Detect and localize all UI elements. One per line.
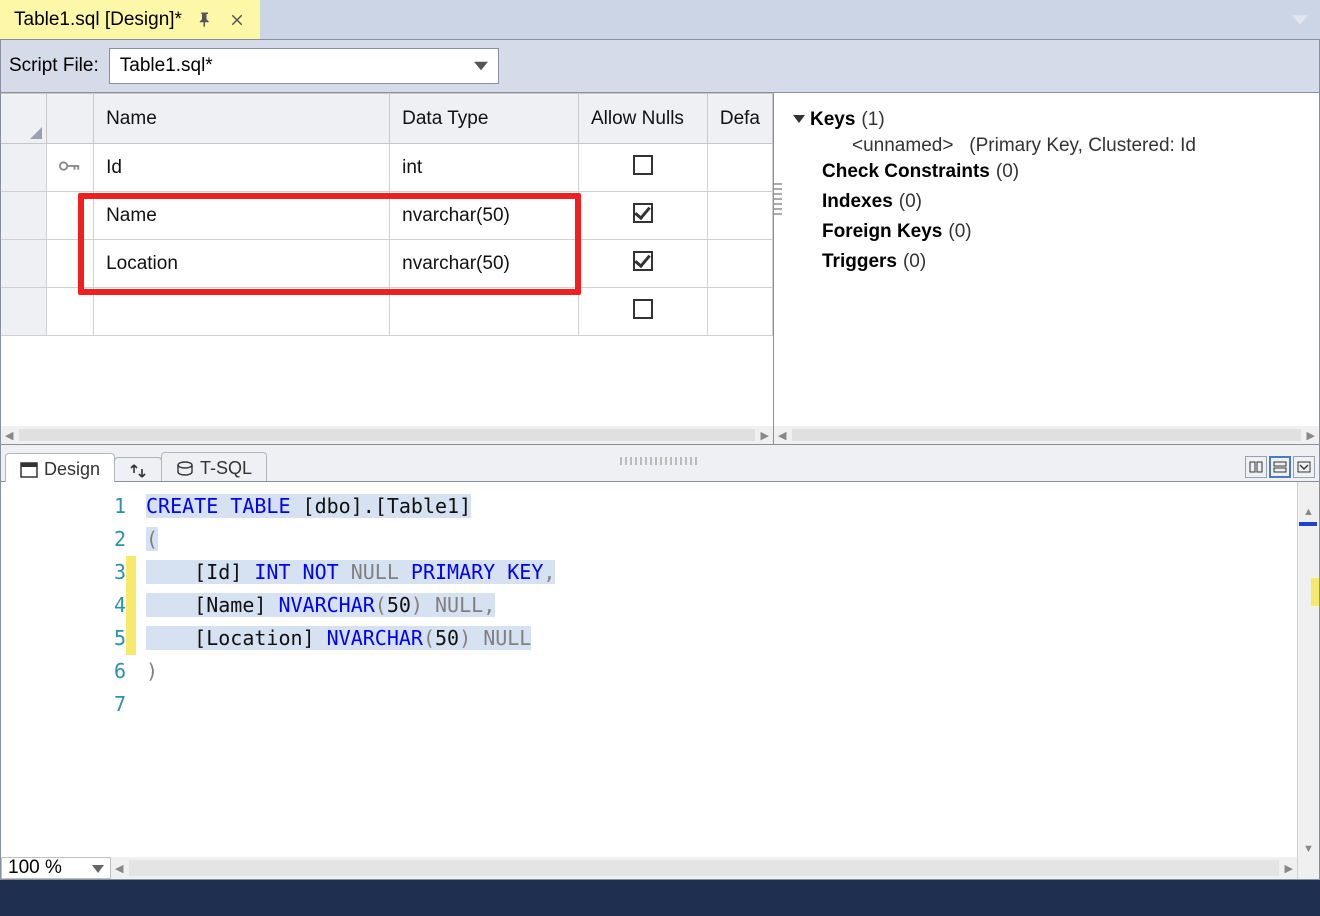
script-file-label: Script File:	[9, 55, 99, 77]
status-strip	[0, 880, 1320, 916]
cell-default[interactable]	[707, 240, 772, 288]
prop-indexes[interactable]: Indexes (0)	[782, 187, 1311, 217]
properties-pane: Keys (1) <unnamed> (Primary Key, Cluster…	[774, 93, 1319, 444]
header-default[interactable]: Defa	[707, 94, 772, 144]
prop-foreign-keys[interactable]: Foreign Keys (0)	[782, 217, 1311, 247]
cell-name[interactable]: Location	[94, 240, 390, 288]
grid-horizontal-scrollbar[interactable]: ◀▶	[1, 426, 773, 444]
column-grid[interactable]: Name Data Type Allow Nulls Defa Id int N…	[1, 93, 773, 336]
cell-name[interactable]: Name	[94, 192, 390, 240]
designer-tabs: Design T-SQL	[0, 445, 1320, 482]
design-icon	[20, 462, 38, 478]
header-datatype[interactable]: Data Type	[390, 94, 579, 144]
pin-icon[interactable]	[196, 11, 214, 29]
editor-horizontal-scrollbar[interactable]: ◀▶	[111, 857, 1297, 879]
tsql-icon	[176, 461, 194, 477]
prop-keys-item[interactable]: <unnamed> (Primary Key, Clustered: Id	[782, 135, 1311, 157]
grid-corner[interactable]	[1, 94, 47, 144]
allow-nulls-checkbox[interactable]	[633, 155, 653, 175]
splitter-grip[interactable]	[620, 457, 700, 465]
header-name[interactable]: Name	[94, 94, 390, 144]
layout-horizontal-button[interactable]	[1269, 456, 1291, 478]
prop-triggers[interactable]: Triggers (0)	[782, 247, 1311, 277]
header-allownulls[interactable]: Allow Nulls	[579, 94, 708, 144]
allow-nulls-checkbox[interactable]	[633, 299, 653, 319]
allow-nulls-checkbox[interactable]	[633, 251, 653, 271]
tab-menu-arrow-icon[interactable]	[1292, 9, 1308, 31]
document-tab[interactable]: Table1.sql [Design]*	[0, 0, 260, 39]
cell-datatype[interactable]	[390, 288, 579, 336]
layout-vertical-button[interactable]	[1245, 456, 1267, 478]
cell-default[interactable]	[707, 288, 772, 336]
prop-check-constraints[interactable]: Check Constraints (0)	[782, 157, 1311, 187]
table-row-empty[interactable]	[1, 288, 773, 336]
zoom-selector[interactable]: 100 %	[1, 857, 111, 879]
props-horizontal-scrollbar[interactable]: ◀▶	[774, 426, 1319, 444]
primary-key-icon	[59, 157, 81, 178]
tab-title: Table1.sql [Design]*	[14, 9, 182, 31]
expand-toggle-icon[interactable]	[788, 109, 810, 131]
cell-name[interactable]: Id	[94, 144, 390, 192]
tab-design[interactable]: Design	[5, 453, 115, 482]
script-file-dropdown[interactable]: Table1.sql*	[109, 48, 499, 84]
table-row[interactable]: Id int	[1, 144, 773, 192]
script-file-value: Table1.sql*	[120, 55, 213, 77]
designer-toolbar: Script File: Table1.sql*	[0, 39, 1320, 93]
dropdown-arrow-icon	[92, 857, 104, 879]
tab-swap[interactable]	[114, 457, 162, 481]
allow-nulls-checkbox[interactable]	[633, 203, 653, 223]
cell-datatype[interactable]: nvarchar(50)	[390, 240, 579, 288]
cell-default[interactable]	[707, 192, 772, 240]
editor-vertical-scrollbar[interactable]: ▲ ▼	[1297, 482, 1319, 879]
key-header	[47, 94, 94, 144]
cell-name[interactable]	[94, 288, 390, 336]
code-editor[interactable]: 1 2 3 4 5 6 7 CREATE TABLE [dbo].[Table1…	[0, 482, 1320, 880]
table-row[interactable]: Location nvarchar(50)	[1, 240, 773, 288]
tab-tsql[interactable]: T-SQL	[161, 452, 267, 481]
cell-datatype[interactable]: int	[390, 144, 579, 192]
designer-area: Name Data Type Allow Nulls Defa Id int N…	[0, 93, 1320, 445]
column-grid-pane: Name Data Type Allow Nulls Defa Id int N…	[1, 93, 774, 444]
table-row[interactable]: Name nvarchar(50)	[1, 192, 773, 240]
layout-collapse-button[interactable]	[1293, 456, 1315, 478]
pane-grip[interactable]	[774, 183, 782, 217]
swap-icon	[129, 463, 147, 479]
cell-default[interactable]	[707, 144, 772, 192]
code-content[interactable]: CREATE TABLE [dbo].[Table1] ( [Id] INT N…	[136, 482, 1297, 879]
cell-datatype[interactable]: nvarchar(50)	[390, 192, 579, 240]
line-number-gutter: 1 2 3 4 5 6 7	[1, 482, 136, 879]
close-icon[interactable]	[228, 11, 246, 29]
dropdown-arrow-icon	[474, 55, 488, 77]
document-tab-bar: Table1.sql [Design]*	[0, 0, 1320, 39]
prop-keys[interactable]: Keys (1)	[782, 105, 1311, 135]
